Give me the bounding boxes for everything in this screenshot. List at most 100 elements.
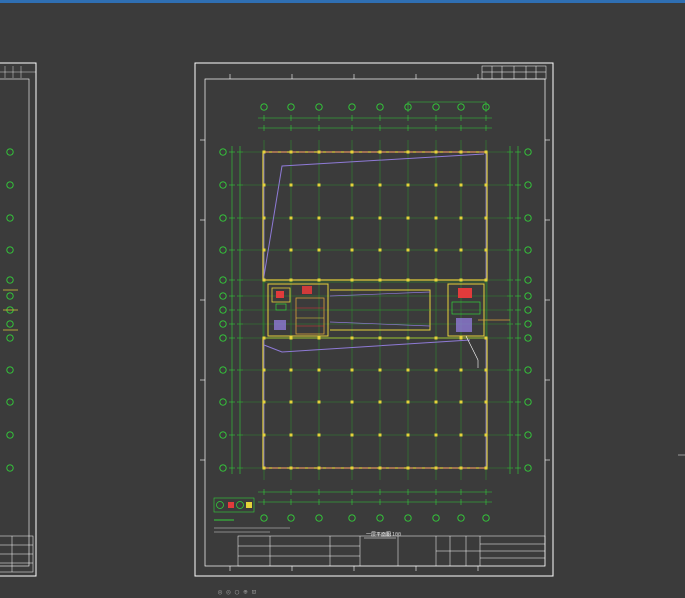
axis-bubble: [6, 320, 14, 328]
column-marker: [317, 150, 321, 154]
column-marker: [350, 248, 354, 252]
column-marker: [484, 216, 488, 220]
column-marker: [406, 466, 410, 470]
column-marker: [459, 278, 463, 282]
column-marker: [434, 400, 438, 404]
viewport-status-text: ◎ ◎ ◯ ⊕ ⊡: [218, 588, 256, 596]
axis-bubble: [524, 181, 532, 189]
axis-bubble: [219, 276, 227, 284]
axis-bubble: [219, 148, 227, 156]
axis-bubble: [6, 246, 14, 254]
axis-bubble: [6, 398, 14, 406]
column-marker: [434, 150, 438, 154]
axis-bubble: [524, 148, 532, 156]
column-marker: [484, 433, 488, 437]
axis-bubble: [432, 103, 440, 111]
column-marker: [406, 216, 410, 220]
axis-bubble: [524, 398, 532, 406]
column-marker: [406, 336, 410, 340]
column-marker: [378, 336, 382, 340]
cad-drawing-canvas[interactable]: 一层平面图 1:100: [0, 0, 685, 598]
column-marker: [350, 433, 354, 437]
column-marker: [350, 400, 354, 404]
axis-bubble: [524, 276, 532, 284]
left-drawing-sheet[interactable]: [0, 62, 37, 577]
axis-bubble: [260, 514, 268, 522]
column-marker: [459, 216, 463, 220]
column-marker: [317, 433, 321, 437]
svg-text:1:100: 1:100: [386, 532, 401, 538]
column-marker: [289, 433, 293, 437]
axis-bubble: [524, 366, 532, 374]
column-marker: [406, 183, 410, 187]
axis-bubble: [404, 514, 412, 522]
column-marker: [378, 400, 382, 404]
column-marker: [406, 368, 410, 372]
column-marker: [378, 216, 382, 220]
axis-bubble: [376, 103, 384, 111]
column-marker: [434, 278, 438, 282]
main-drawing-sheet[interactable]: 一层平面图 1:100: [194, 62, 554, 577]
column-marker: [317, 183, 321, 187]
column-marker: [484, 336, 488, 340]
axis-bubble: [219, 320, 227, 328]
axis-bubble: [524, 292, 532, 300]
axis-bubble: [219, 306, 227, 314]
column-marker: [350, 278, 354, 282]
column-marker: [262, 183, 266, 187]
axis-bubble: [219, 214, 227, 222]
column-marker: [459, 400, 463, 404]
column-marker: [317, 466, 321, 470]
column-marker: [262, 433, 266, 437]
axis-bubble: [260, 103, 268, 111]
title-block: [237, 535, 546, 567]
column-marker: [317, 248, 321, 252]
column-marker: [350, 216, 354, 220]
legend-block: [213, 497, 290, 533]
plan-title: 一层平面图 1:100: [364, 532, 401, 539]
column-marker: [459, 368, 463, 372]
axis-bubble: [219, 464, 227, 472]
sheet-revision-table: [481, 65, 547, 80]
axis-bubble: [6, 181, 14, 189]
column-marker: [262, 368, 266, 372]
sheet-frame-ticks: [200, 74, 550, 571]
axis-bubble: [6, 292, 14, 300]
column-marker: [262, 150, 266, 154]
axis-bubble: [524, 431, 532, 439]
central-corridor: [262, 281, 510, 368]
axis-bubble: [6, 366, 14, 374]
column-marker: [484, 183, 488, 187]
column-marker: [406, 278, 410, 282]
column-marker: [484, 278, 488, 282]
column-marker: [434, 216, 438, 220]
column-marker: [459, 433, 463, 437]
dimension-bracket: [407, 101, 487, 112]
axis-bubble: [315, 514, 323, 522]
column-marker: [317, 368, 321, 372]
axis-bubble: [6, 276, 14, 284]
axis-bubble: [219, 398, 227, 406]
axis-bubble: [348, 103, 356, 111]
column-marker: [378, 368, 382, 372]
column-marker: [289, 278, 293, 282]
column-marker: [262, 400, 266, 404]
column-marker: [459, 183, 463, 187]
axis-bubble: [457, 514, 465, 522]
column-marker: [289, 150, 293, 154]
slab-boundary-lines: [263, 153, 485, 353]
column-marker: [484, 466, 488, 470]
column-marker: [484, 248, 488, 252]
column-marker: [459, 150, 463, 154]
axis-bubble: [376, 514, 384, 522]
column-marker: [484, 368, 488, 372]
column-marker: [406, 433, 410, 437]
axis-bubble: [6, 148, 14, 156]
axis-bubble: [348, 514, 356, 522]
column-marker: [262, 248, 266, 252]
column-marker: [378, 248, 382, 252]
axis-bubble: [524, 320, 532, 328]
axis-bubble: [524, 464, 532, 472]
column-marker: [289, 216, 293, 220]
column-marker: [434, 336, 438, 340]
